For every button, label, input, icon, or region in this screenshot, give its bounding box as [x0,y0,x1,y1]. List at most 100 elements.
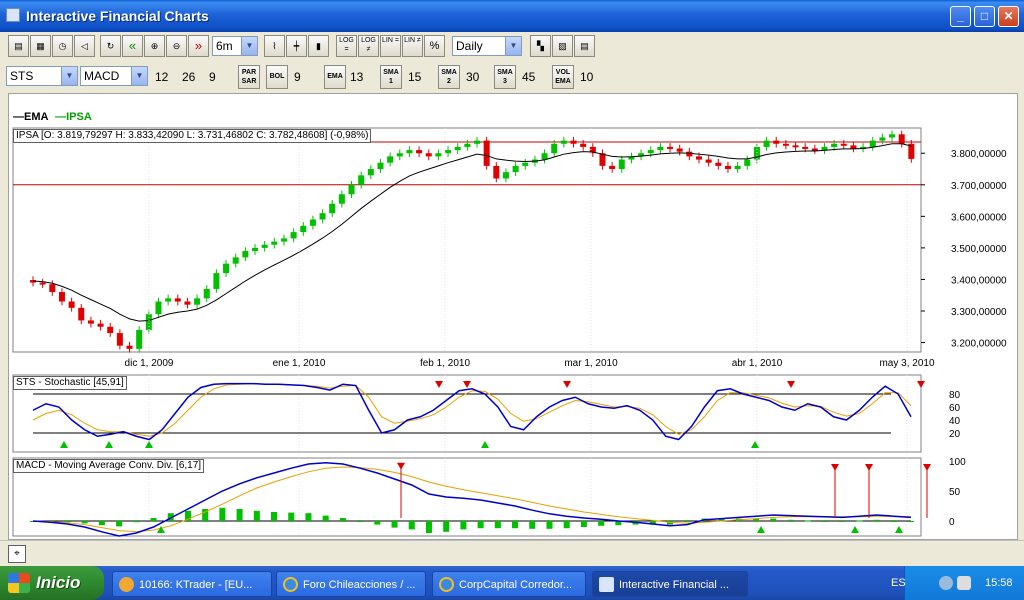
macd-y-tick: 50 [949,487,961,498]
indicator-select[interactable]: MACD ▼ [80,66,148,86]
candle-body [831,143,838,147]
candle-body [290,232,297,239]
bol-button[interactable]: BOL [266,65,288,89]
macd-param-signal[interactable]: 9 [209,70,216,84]
crosshair-icon[interactable]: ⌖ [8,545,26,563]
macd-histogram-bar [236,509,243,521]
task-corpcapital[interactable]: CorpCapital Corredor... [432,571,586,597]
sma2-button[interactable]: SMA 2 [438,65,460,89]
macd-panel-title: MACD - Moving Average Conv. Div. [6,17] [13,459,205,473]
bol-value[interactable]: 9 [294,70,301,84]
macd-param-fast[interactable]: 12 [155,70,168,84]
ema-button[interactable]: EMA [324,65,346,89]
refresh-icon[interactable]: ↻ [100,35,121,57]
chevron-down-icon[interactable]: ▼ [131,67,147,85]
candle-body [850,145,857,149]
vol-ema-button[interactable]: VOL EMA [552,65,574,89]
candle-body [821,146,828,151]
sma1-value[interactable]: 15 [408,70,421,84]
candle-body [705,159,712,163]
macd-histogram-bar [288,512,295,521]
candle-body [232,257,239,264]
lin-notequal-button[interactable]: LIN ≠ [402,35,423,57]
vol-ema-value[interactable]: 10 [580,70,593,84]
palette-icon[interactable]: ▚ [530,35,551,57]
volume-icon[interactable] [957,576,971,590]
period-select[interactable]: 6m ▼ [212,36,258,56]
macd-histogram-bar [357,521,364,522]
ema-value[interactable]: 13 [350,70,363,84]
macd-histogram-bar [253,510,260,521]
minimize-button[interactable]: _ [950,6,971,27]
macd-param-slow[interactable]: 26 [182,70,195,84]
status-bar: ⌖ [0,540,1024,566]
interval-select[interactable]: Daily ▼ [452,36,522,56]
chart-settings-icon[interactable]: ▧ [552,35,573,57]
macd-histogram-bar [512,521,519,529]
candlestick-icon[interactable]: ▮ [308,35,329,57]
chevron-down-icon[interactable]: ▼ [241,37,257,55]
candle-body [203,288,210,299]
chevron-down-icon[interactable]: ▼ [505,37,521,55]
close-button[interactable]: ✕ [998,6,1019,27]
ie-icon [439,577,454,592]
windows-flag-icon [8,573,30,593]
candle-body [435,153,442,157]
macd-histogram-bar [580,521,587,527]
chevron-down-icon[interactable]: ▼ [61,67,77,85]
bar-chart-icon[interactable]: ┿ [286,35,307,57]
zoom-out-icon[interactable]: ⊖ [166,35,187,57]
fax-icon[interactable]: ▦ [30,35,51,57]
par-sar-button[interactable]: PAR SAR [238,65,260,89]
task-ktrader[interactable]: 10166: KTrader - [EU... [112,571,272,597]
sma3-value[interactable]: 45 [522,70,535,84]
x-tick-label: dic 1, 2009 [125,358,174,369]
forward-icon[interactable]: » [188,35,209,57]
line-chart-icon[interactable]: ⌇ [264,35,285,57]
sell-signal-marker [923,464,931,471]
period-value: 6m [216,39,233,53]
candle-body [155,301,162,315]
sma2-value[interactable]: 30 [466,70,479,84]
sound-icon[interactable]: ◁ [74,35,95,57]
sma1-button[interactable]: SMA 1 [380,65,402,89]
y-tick-label: 3.300,00000 [951,307,1007,318]
candle-body [454,146,461,151]
candle-body [116,333,123,346]
symbol-select[interactable]: STS ▼ [6,66,78,86]
task-foro[interactable]: Foro Chileacciones / ... [276,571,426,597]
x-tick-label: feb 1, 2010 [420,358,470,369]
alarm-icon[interactable]: ◷ [52,35,73,57]
candle-body [898,134,905,144]
candle-body [763,140,770,147]
candle-body [464,143,471,147]
lin-equal-button[interactable]: LIN = [380,35,401,57]
maximize-button[interactable]: □ [974,6,995,27]
candle-body [49,284,56,293]
sma3-button[interactable]: SMA 3 [494,65,516,89]
candle-body [68,301,75,308]
candle-body [348,184,355,195]
rewind-icon[interactable]: « [122,35,143,57]
start-button[interactable]: Inicio [0,566,104,600]
log-equal-button[interactable]: LOG = [336,35,357,57]
candle-body [396,153,403,157]
data-table-icon[interactable]: ▤ [574,35,595,57]
chart-area[interactable]: —EMA —IPSA 3.800,00000 3.700,00000 3.600,0… [8,93,1018,540]
y-tick-label: 3.400,00000 [951,275,1007,286]
candle-body [792,145,799,148]
macd-histogram-bar [890,521,897,522]
zoom-in-icon[interactable]: ⊕ [144,35,165,57]
candle-body [107,326,114,334]
percent-button[interactable]: % [424,35,445,57]
candle-body [358,175,365,185]
network-icon[interactable] [939,576,953,590]
macd-histogram-bar [908,521,914,522]
log-notequal-button[interactable]: LOG ≠ [358,35,379,57]
task-interactive-charts[interactable]: Interactive Financial ... [592,571,748,597]
candle-body [551,143,558,154]
language-indicator[interactable]: ES [891,577,906,589]
symbol-value: STS [10,69,34,83]
print-icon[interactable]: ▤ [8,35,29,57]
candle-body [493,165,500,179]
